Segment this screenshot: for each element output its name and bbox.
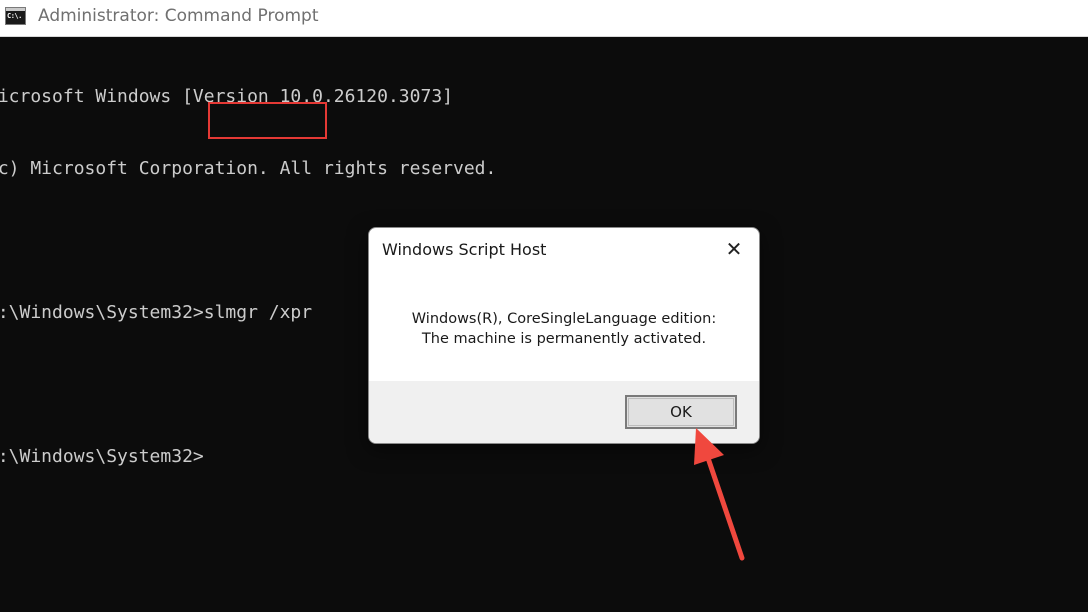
annotation-arrow-icon (694, 428, 745, 561)
